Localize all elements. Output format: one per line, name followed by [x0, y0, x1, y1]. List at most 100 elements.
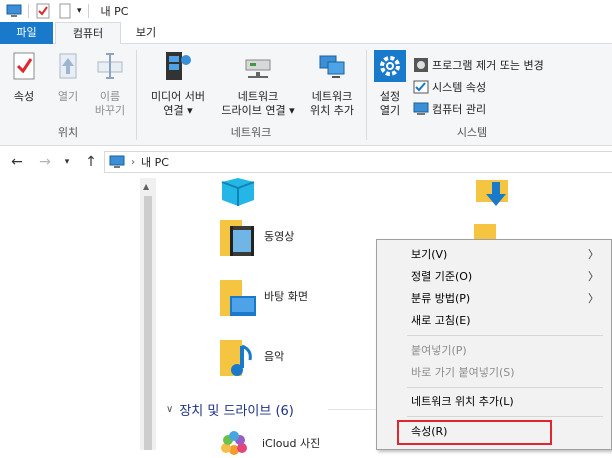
settings-label-1: 설정	[379, 90, 401, 103]
quick-access-dropdown-icon[interactable]: ▾	[77, 6, 82, 16]
devices-drives-label: 장치 및 드라이브 (6)	[179, 404, 294, 419]
media-server-label-1: 미디어 서버	[150, 90, 206, 103]
menu-item-paste-shortcut[interactable]: 바로 가기 붙여넣기(S)	[411, 363, 601, 383]
properties-icon	[13, 52, 35, 80]
network-location-icon	[319, 55, 345, 78]
submenu-arrow-icon: 〉	[588, 270, 599, 283]
folder-label: 동영상	[264, 230, 295, 243]
open-button[interactable]: 열기	[50, 50, 86, 104]
forward-button[interactable]: →	[36, 154, 54, 170]
back-button[interactable]: ←	[8, 154, 26, 170]
menu-item-sort-label: 정렬 기준(O)	[411, 270, 473, 283]
tab-view[interactable]: 보기	[126, 22, 166, 44]
drive-item-icloud-photos[interactable]: iCloud 사진	[214, 428, 320, 458]
uninstall-program-button[interactable]: 프로그램 제거 또는 변경	[413, 56, 544, 74]
rename-button[interactable]: 이름 바꾸기	[90, 50, 130, 118]
menu-item-view-label: 보기(V)	[411, 248, 448, 261]
title-bar: ▾ 내 PC	[0, 0, 612, 22]
new-folder-quick-icon[interactable]	[57, 3, 73, 19]
scroll-up-arrow-icon[interactable]: ▲	[143, 182, 149, 191]
submenu-arrow-icon: 〉	[588, 292, 599, 305]
folder-item-desktop[interactable]: 바탕 화면	[216, 272, 308, 320]
group-label-location: 위치	[57, 126, 79, 139]
ribbon-tabs: 파일 컴퓨터 보기	[0, 22, 612, 45]
menu-item-add-network-location[interactable]: 네트워크 위치 추가(L)	[411, 392, 601, 412]
folder-label: 바탕 화면	[264, 290, 308, 303]
tab-file[interactable]: 파일	[0, 22, 53, 44]
desktop-folder-icon	[220, 280, 256, 316]
vertical-scrollbar[interactable]: ▲	[140, 178, 156, 450]
music-folder-icon	[220, 340, 252, 376]
submenu-arrow-icon: 〉	[588, 248, 599, 261]
menu-item-view[interactable]: 보기(V) 〉	[411, 245, 601, 265]
menu-separator	[407, 387, 603, 388]
add-location-label-1: 네트워크	[311, 90, 353, 103]
3d-objects-folder-icon[interactable]	[216, 178, 260, 208]
address-path[interactable]: 내 PC	[141, 154, 169, 170]
context-menu: 보기(V) 〉 정렬 기준(O) 〉 분류 방법(P) 〉 새로 고침(E) 붙…	[376, 239, 612, 450]
map-drive-label-2: 드라이브 연결 ▾	[221, 104, 295, 117]
devices-drives-header[interactable]: ∨ 장치 및 드라이브 (6)	[166, 400, 294, 419]
properties-quick-icon[interactable]	[35, 3, 51, 19]
ribbon-group-network: 미디어 서버 연결 ▾ 네트워크 드라이브 연결 ▾ 네트워크 위치 추가 네트…	[137, 44, 365, 146]
menu-item-sort-by[interactable]: 정렬 기준(O) 〉	[411, 267, 601, 287]
folder-item-music[interactable]: 음악	[216, 332, 284, 380]
menu-item-group-by[interactable]: 분류 방법(P) 〉	[411, 289, 601, 309]
map-network-drive-button[interactable]: 네트워크 드라이브 연결 ▾	[215, 50, 301, 118]
settings-label-2: 열기	[379, 104, 401, 117]
network-drive-icon	[245, 59, 271, 78]
menu-item-paste-label: 붙여넣기(P)	[411, 344, 467, 357]
group-label-network: 네트워크	[230, 126, 272, 139]
breadcrumb-chevron-icon[interactable]: ›	[131, 157, 135, 168]
menu-item-add-network-label: 네트워크 위치 추가(L)	[411, 395, 514, 408]
uninstall-label: 프로그램 제거 또는 변경	[432, 59, 544, 72]
rename-label-2: 바꾸기	[94, 104, 126, 117]
computer-management-button[interactable]: 컴퓨터 관리	[413, 100, 486, 118]
system-properties-button[interactable]: 시스템 속성	[413, 78, 486, 96]
scroll-thumb[interactable]	[144, 196, 152, 450]
titlebar-separator	[28, 4, 29, 18]
computer-icon	[109, 155, 125, 168]
menu-separator	[407, 416, 603, 417]
computer-icon[interactable]	[6, 3, 22, 19]
menu-item-refresh[interactable]: 새로 고침(E)	[411, 311, 601, 331]
downloads-folder-icon[interactable]	[472, 178, 516, 208]
ribbon-group-system: 설정 열기 프로그램 제거 또는 변경 시스템 속성 컴퓨터 관리 시스템	[367, 44, 577, 146]
computer-management-icon	[413, 102, 429, 115]
documents-folder-icon[interactable]	[472, 224, 502, 240]
add-network-location-button[interactable]: 네트워크 위치 추가	[303, 50, 361, 118]
menu-separator	[407, 335, 603, 336]
properties-label: 속성	[13, 90, 35, 103]
menu-item-paste-shortcut-label: 바로 가기 붙여넣기(S)	[411, 366, 515, 379]
drive-label: iCloud 사진	[262, 437, 321, 450]
media-server-button[interactable]: 미디어 서버 연결 ▾	[141, 50, 215, 118]
media-server-icon	[166, 52, 191, 80]
ribbon: 속성 열기 이름 바꾸기 위치 미디어 서버 연결 ▾ 네트워크 드라이브 연결…	[0, 44, 612, 146]
navigation-pane[interactable]	[0, 178, 140, 450]
folder-item-videos[interactable]: 동영상	[216, 212, 294, 260]
menu-item-group-label: 분류 방법(P)	[411, 292, 471, 305]
address-bar[interactable]: › 내 PC	[104, 151, 612, 173]
settings-gear-icon	[374, 50, 406, 82]
system-properties-icon	[413, 80, 429, 94]
folder-label: 음악	[264, 350, 285, 363]
rename-label-1: 이름	[99, 90, 121, 103]
properties-button[interactable]: 속성	[6, 50, 42, 104]
recent-locations-button[interactable]: ▾	[58, 154, 76, 170]
menu-item-paste[interactable]: 붙여넣기(P)	[411, 341, 601, 361]
map-drive-label-1: 네트워크	[237, 90, 279, 103]
tab-computer[interactable]: 컴퓨터	[55, 22, 121, 45]
open-label: 열기	[57, 90, 79, 103]
up-button[interactable]: ↑	[82, 154, 100, 170]
computer-management-label: 컴퓨터 관리	[432, 103, 487, 116]
titlebar-separator-2	[87, 4, 89, 18]
window-title: 내 PC	[100, 5, 129, 18]
icloud-photos-icon	[221, 431, 247, 455]
collapse-chevron-icon[interactable]: ∨	[166, 404, 173, 415]
videos-folder-icon	[220, 220, 254, 256]
group-label-system: 시스템	[456, 126, 488, 139]
highlight-annotation-box	[397, 420, 552, 445]
navigation-bar: ← → ▾ ↑ › 내 PC	[0, 146, 612, 178]
uninstall-icon	[414, 58, 428, 72]
open-settings-button[interactable]: 설정 열기	[373, 50, 407, 118]
